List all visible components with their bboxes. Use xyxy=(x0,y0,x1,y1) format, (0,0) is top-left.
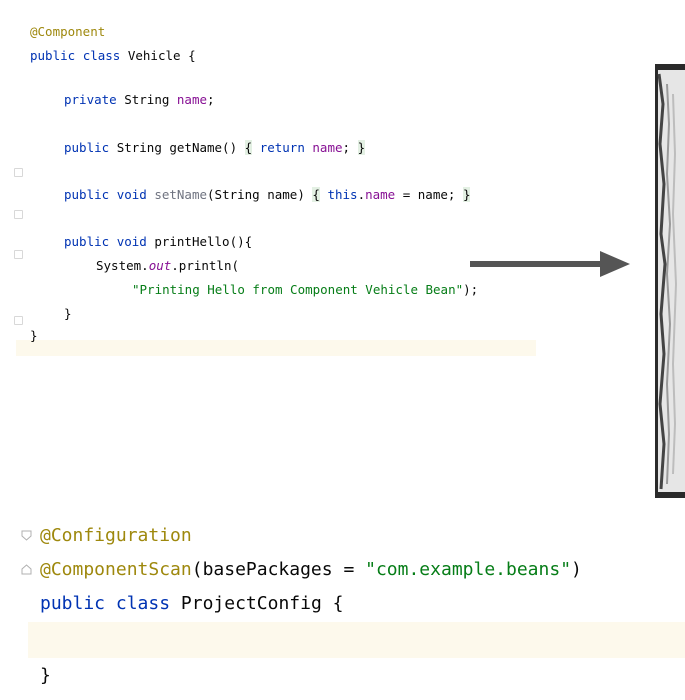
brace: { xyxy=(332,593,344,614)
code-line-2: @ComponentScan(basePackages = "com.examp… xyxy=(40,558,582,582)
brace: { xyxy=(312,187,320,202)
keyword: this xyxy=(327,187,358,202)
fold-marker-icon[interactable] xyxy=(14,168,23,177)
string-literal: "com.example.beans" xyxy=(365,559,572,580)
code-line-8: "Printing Hello from Component Vehicle B… xyxy=(132,282,478,298)
code-line-2: public class Vehicle { xyxy=(30,48,196,64)
code-line-3: public class ProjectConfig { xyxy=(40,592,343,616)
string-literal: "Printing Hello from Component Vehicle B… xyxy=(132,282,464,297)
method-call: .println( xyxy=(171,258,239,273)
keyword: public xyxy=(64,187,110,202)
keyword: void xyxy=(116,234,147,249)
code-line-9: } xyxy=(64,306,72,322)
method-name: printHello(){ xyxy=(154,234,253,249)
annotation: @Configuration xyxy=(40,525,192,546)
brace: } xyxy=(357,140,366,155)
current-line-highlight xyxy=(28,622,685,658)
type: String xyxy=(124,92,170,107)
semicolon: ; xyxy=(207,92,215,107)
keyword: public xyxy=(40,593,106,614)
field-name: name xyxy=(312,140,343,155)
code-line-5: } xyxy=(40,664,51,688)
code-line-4: public String getName() { return name; } xyxy=(64,140,366,156)
code-line-6: public void printHello(){ xyxy=(64,234,252,250)
semicolon: ; xyxy=(342,140,351,155)
fold-marker-icon[interactable] xyxy=(14,316,23,325)
method-name: setName xyxy=(154,187,208,202)
brace: } xyxy=(462,187,471,202)
bottom-code-editor[interactable]: @Configuration @ComponentScan(basePackag… xyxy=(16,516,685,696)
brace: } xyxy=(30,328,38,343)
keyword: public xyxy=(30,48,76,63)
paren: ) xyxy=(571,559,582,580)
code-line-7: System.out.println( xyxy=(96,258,239,274)
type: String xyxy=(116,140,162,155)
arrow-head xyxy=(600,251,630,277)
annotation: @Component xyxy=(30,24,106,39)
brace: } xyxy=(40,665,51,686)
static-field: out xyxy=(148,258,172,273)
dot: . xyxy=(357,187,366,202)
arrow-shaft xyxy=(470,261,604,267)
code-line-3: private String name; xyxy=(64,92,215,108)
keyword: return xyxy=(259,140,305,155)
paren: ( xyxy=(191,559,203,580)
code-line-1: @Configuration xyxy=(40,524,192,548)
field-name: name xyxy=(365,187,396,202)
annotation: @ComponentScan xyxy=(40,559,192,580)
keyword: public xyxy=(64,140,110,155)
top-code-editor[interactable]: @Component public class Vehicle { privat… xyxy=(14,22,536,360)
keyword: void xyxy=(116,187,147,202)
fold-marker-icon[interactable] xyxy=(21,530,32,541)
fold-marker-icon[interactable] xyxy=(14,250,23,259)
brace: { xyxy=(188,48,196,63)
assignment: = name; xyxy=(395,187,456,202)
keyword: public xyxy=(64,234,110,249)
parameters: (String name) xyxy=(207,187,305,202)
class-ref: System. xyxy=(96,258,149,273)
current-line-highlight xyxy=(16,340,536,356)
brace: } xyxy=(64,306,72,321)
code-line-5: public void setName(String name) { this.… xyxy=(64,187,471,203)
method-name: getName() xyxy=(169,140,238,155)
fold-marker-icon[interactable] xyxy=(14,210,23,219)
annotation-parameter: basePackages = xyxy=(202,559,366,580)
class-name: ProjectConfig xyxy=(180,593,322,614)
fold-marker-icon[interactable] xyxy=(21,564,32,575)
code-line-10: } xyxy=(30,328,38,344)
class-name: Vehicle xyxy=(127,48,181,63)
keyword: class xyxy=(82,48,121,63)
cropped-image-edge xyxy=(655,64,685,498)
code-line-1: @Component xyxy=(30,24,105,40)
brace: { xyxy=(244,140,253,155)
semicolon: ); xyxy=(463,282,479,297)
keyword: class xyxy=(115,593,171,614)
keyword: private xyxy=(64,92,117,107)
right-arrow-icon xyxy=(470,251,630,277)
field-name: name xyxy=(176,92,208,107)
